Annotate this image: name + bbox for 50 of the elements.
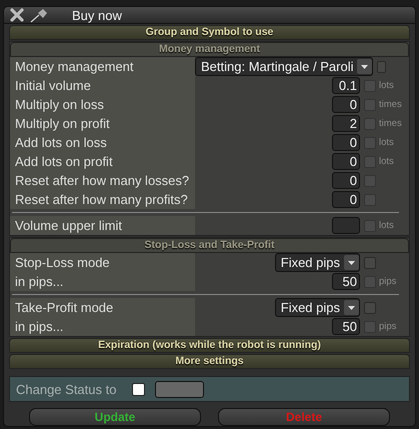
caret-icon — [357, 59, 372, 74]
field-label: Volume upper limit — [10, 216, 195, 235]
caret-icon — [344, 255, 359, 270]
field-label: in pips... — [10, 272, 195, 291]
field-label: Reset after how many losses? — [10, 171, 195, 190]
section-header[interactable]: Group and Symbol to use — [9, 25, 410, 40]
field-label: Money management — [10, 57, 195, 76]
field-label: Reset after how many profits? — [10, 190, 195, 209]
unit-label: times — [379, 118, 403, 129]
checkbox[interactable] — [132, 382, 146, 396]
field-label: Initial volume — [10, 76, 195, 95]
field-label: in pips... — [10, 317, 195, 336]
update-button[interactable]: Update — [29, 408, 201, 426]
pin-icon[interactable] — [30, 7, 50, 23]
dropdown[interactable]: Betting: Martingale / Paroli — [195, 57, 374, 76]
input-field[interactable]: 0.1 — [332, 77, 360, 94]
caret-icon — [344, 300, 359, 315]
field-label: Multiply on loss — [10, 95, 195, 114]
input-field[interactable] — [332, 217, 360, 234]
dropdown[interactable]: Fixed pips — [274, 253, 360, 272]
unit-label: pips — [379, 276, 398, 287]
field-label: Add lots on loss — [10, 133, 195, 152]
unit-label: lots — [379, 137, 395, 148]
checkbox[interactable] — [377, 60, 386, 72]
input-field[interactable]: 50 — [332, 273, 360, 290]
status-field[interactable] — [155, 380, 204, 398]
field-label: Add lots on profit — [10, 152, 195, 171]
field-label: Multiply on profit — [10, 114, 195, 133]
input-field[interactable]: 0 — [332, 153, 360, 170]
section-header[interactable]: Expiration (works while the robot is running) — [9, 338, 410, 353]
section-header[interactable]: More settings — [9, 354, 410, 369]
window-title: Buy now — [72, 8, 122, 22]
checkbox[interactable] — [364, 256, 376, 268]
unit-label: lots — [379, 220, 395, 231]
unit-label: times — [379, 99, 403, 110]
input-field[interactable]: 2 — [332, 115, 360, 132]
dropdown[interactable]: Fixed pips — [274, 298, 360, 317]
input-field[interactable]: 0 — [332, 191, 360, 208]
field-label: Take-Profit mode — [10, 298, 195, 317]
field-label: Stop-Loss mode — [10, 253, 195, 272]
checkbox[interactable] — [364, 302, 376, 314]
input-field[interactable]: 0 — [332, 96, 360, 113]
unit-label: lots — [379, 156, 395, 167]
input-field[interactable]: 50 — [332, 318, 360, 335]
unit-label: pips — [379, 321, 398, 332]
input-field[interactable]: 0 — [332, 134, 360, 151]
status-label: Change Status to — [16, 382, 116, 396]
input-field[interactable]: 0 — [332, 172, 360, 189]
unit-label: lots — [379, 80, 395, 91]
close-icon[interactable] — [10, 8, 24, 22]
